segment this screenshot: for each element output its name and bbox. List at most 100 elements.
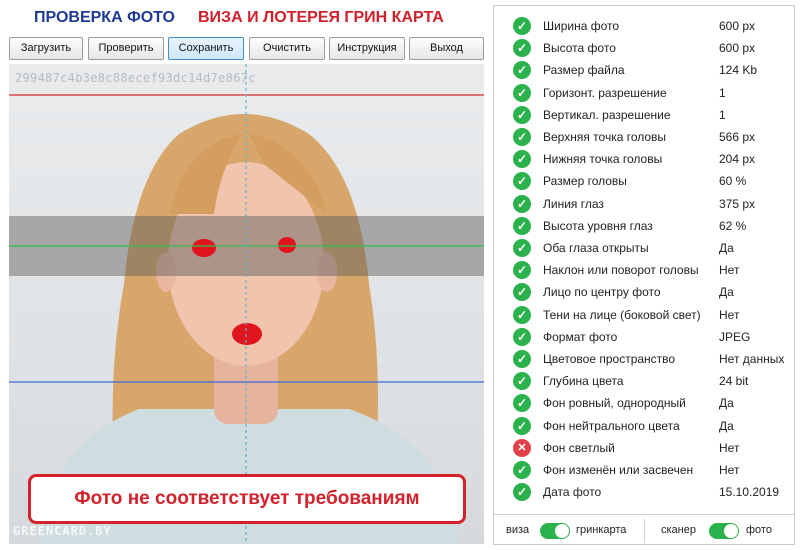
check-value: JPEG [719, 329, 751, 344]
app-header: ПРОВЕРКА ФОТО ВИЗА И ЛОТЕРЕЯ ГРИН КАРТА [0, 0, 490, 34]
check-fail-icon: ✕ [513, 438, 531, 457]
check-value: 375 px [719, 196, 756, 211]
check-ok-icon: ✓ [513, 105, 531, 124]
clear-button[interactable]: Очистить [249, 37, 325, 60]
check-row: ✓ Верхняя точка головы 566 px [494, 126, 794, 148]
check-label: Наклон или поворот головы [543, 263, 699, 278]
check-ok-icon: ✓ [513, 261, 531, 280]
check-row: ✓ Высота фото 600 px [494, 37, 794, 59]
check-value: 15.10.2019 [719, 485, 780, 500]
portrait-photo [9, 64, 484, 544]
check-label: Фон светлый [543, 440, 615, 455]
check-value: 600 px [719, 19, 756, 33]
check-ok-icon: ✓ [513, 239, 531, 257]
check-value: 24 bit [719, 374, 749, 389]
check-ok-icon: ✓ [513, 128, 531, 146]
scanner-photo-toggle[interactable] [709, 523, 739, 539]
check-value: Да [719, 396, 734, 411]
exit-button[interactable]: Выход [409, 37, 484, 60]
check-ok-icon: ✓ [513, 61, 531, 80]
check-row: ✓ Нижняя точка головы 204 px [494, 148, 794, 170]
check-button[interactable]: Проверить [88, 37, 164, 60]
check-ok-icon: ✓ [513, 194, 531, 213]
check-ok-icon: ✓ [513, 172, 531, 191]
check-label: Линия глаз [543, 196, 604, 211]
check-value: Нет [719, 307, 740, 322]
check-row: ✓ Фон изменён или засвечен Нет [494, 459, 794, 481]
app-title: ПРОВЕРКА ФОТО [34, 9, 175, 26]
check-label: Дата фото [543, 485, 602, 500]
check-label: Размер файла [543, 63, 625, 78]
check-value: 124 Kb [719, 63, 758, 78]
visa-greencard-toggle[interactable] [540, 523, 570, 539]
check-row: ✓ Тени на лице (боковой свет) Нет [494, 304, 794, 326]
check-ok-icon: ✓ [513, 350, 531, 368]
check-row: ✓ Лицо по центру фото Да [494, 281, 794, 303]
check-label: Фон изменён или засвечен [543, 463, 694, 477]
check-value: Да [719, 418, 734, 433]
check-value: Да [719, 241, 734, 255]
check-label: Формат фото [543, 329, 618, 344]
check-label: Цветовое пространство [543, 352, 676, 366]
check-value: 1 [719, 107, 726, 122]
load-button[interactable]: Загрузить [9, 37, 83, 60]
check-ok-icon: ✓ [513, 394, 531, 413]
app-subtitle: ВИЗА И ЛОТЕРЕЯ ГРИН КАРТА [198, 9, 444, 26]
check-label: Высота фото [543, 41, 616, 56]
check-ok-icon: ✓ [513, 416, 531, 435]
check-label: Ширина фото [543, 19, 620, 33]
save-button[interactable]: Сохранить [168, 37, 244, 60]
check-value: Да [719, 285, 734, 300]
check-value: Нет [719, 263, 740, 278]
check-ok-icon: ✓ [513, 327, 531, 346]
check-label: Тени на лице (боковой свет) [543, 307, 701, 322]
check-row: ✓ Формат фото JPEG [494, 326, 794, 348]
check-ok-icon: ✓ [513, 39, 531, 58]
toggle-knob [724, 524, 738, 538]
check-label: Высота уровня глаз [543, 218, 653, 233]
check-value: 1 [719, 85, 726, 100]
check-row: ✓ Фон ровный, однородный Да [494, 392, 794, 414]
check-label: Вертикал. разрешение [543, 107, 671, 122]
mode-visa-label: виза [506, 524, 530, 536]
right-eye-marker [278, 237, 296, 253]
check-label: Нижняя точка головы [543, 152, 663, 167]
check-row: ✓ Ширина фото 600 px [494, 15, 794, 37]
warning-banner: Фото не соответствует требованиям [28, 474, 466, 524]
footer-divider [644, 519, 645, 543]
check-ok-icon: ✓ [513, 305, 531, 324]
check-row: ✓ Наклон или поворот головы Нет [494, 259, 794, 281]
check-value: 60 % [719, 174, 747, 189]
instruction-button[interactable]: Инструкция [329, 37, 405, 60]
check-ok-icon: ✓ [513, 83, 531, 102]
check-label: Верхняя точка головы [543, 130, 667, 144]
check-row: ✓ Вертикал. разрешение 1 [494, 104, 794, 126]
check-value: 204 px [719, 152, 756, 167]
check-ok-icon: ✓ [513, 283, 531, 302]
toolbar: Загрузить Проверить Сохранить Очистить И… [9, 37, 484, 61]
check-row: ✓ Дата фото 15.10.2019 [494, 481, 794, 503]
check-ok-icon: ✓ [513, 150, 531, 169]
mode-photo-label: фото [746, 524, 772, 536]
check-row: ✓ Глубина цвета 24 bit [494, 370, 794, 392]
check-ok-icon: ✓ [513, 372, 531, 391]
check-label: Размер головы [543, 174, 627, 189]
check-value: Нет [719, 440, 740, 455]
mode-footer: виза гринкарта сканер фото [494, 514, 794, 544]
check-label: Фон нейтрального цвета [543, 418, 680, 433]
mode-scanner-label: сканер [661, 524, 696, 536]
check-row: ✕ Фон светлый Нет [494, 437, 794, 459]
photo-preview[interactable]: 299487c4b3e8c88ecef93dc14d7e867c Фото не… [9, 64, 484, 544]
check-ok-icon: ✓ [513, 216, 531, 235]
toggle-knob [555, 524, 569, 538]
check-value: 62 % [719, 218, 747, 233]
results-panel: ✓ Ширина фото 600 px ✓ Высота фото 600 px ✓ Раз… [493, 5, 795, 545]
check-label: Горизонт. разрешение [543, 85, 667, 100]
check-ok-icon: ✓ [513, 483, 531, 502]
check-row: ✓ Горизонт. разрешение 1 [494, 82, 794, 104]
check-row: ✓ Оба глаза открыты Да [494, 237, 794, 259]
mouth-marker [232, 323, 262, 345]
photo-hash: 299487c4b3e8c88ecef93dc14d7e867c [15, 71, 256, 85]
check-label: Фон ровный, однородный [543, 396, 686, 411]
mode-greencard-label: гринкарта [576, 524, 627, 536]
